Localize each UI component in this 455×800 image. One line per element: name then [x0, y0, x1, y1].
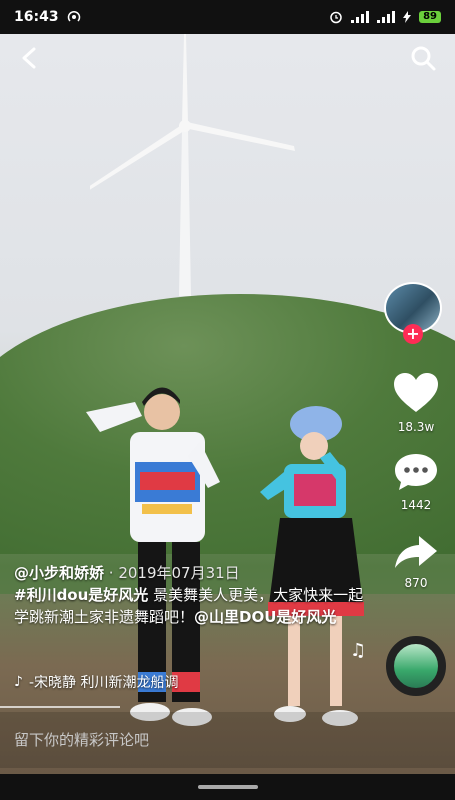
post-date: · 2019年07月31日	[104, 564, 240, 582]
heart-icon	[394, 373, 438, 412]
battery-level: 89	[419, 11, 441, 23]
author-avatar-group[interactable]: +	[384, 282, 442, 344]
video-caption: @小步和娇娇 · 2019年07月31日 #利川dou是好风光 景美舞美人更美，…	[14, 562, 364, 628]
search-icon[interactable]	[409, 44, 437, 72]
status-time: 16:43	[14, 9, 59, 25]
share-count: 870	[404, 576, 428, 590]
share-icon	[395, 536, 437, 568]
video-progress-bar	[0, 706, 120, 708]
comment-count: 1442	[400, 498, 432, 512]
follow-plus-button[interactable]: +	[403, 324, 423, 344]
system-nav-bar	[0, 774, 455, 800]
charging-icon	[403, 11, 412, 23]
comment-input[interactable]	[14, 731, 314, 749]
hotspot-icon	[67, 10, 80, 22]
comment-bar	[0, 712, 455, 768]
mention-link[interactable]: @山里DOU是好风光	[194, 608, 336, 626]
share-button[interactable]: 870	[384, 534, 448, 590]
like-button[interactable]: 18.3w	[384, 372, 448, 434]
comment-button[interactable]: 1442	[384, 452, 448, 512]
music-title: -宋晓静 利川新潮龙船调	[28, 675, 179, 691]
like-count: 18.3w	[397, 420, 435, 434]
home-indicator[interactable]	[197, 785, 258, 789]
back-chevron-icon[interactable]	[16, 44, 44, 72]
signal-icon-2	[377, 11, 396, 23]
wind-turbine	[90, 34, 295, 296]
music-disc[interactable]	[386, 636, 446, 696]
alarm-icon	[330, 11, 342, 24]
music-info[interactable]: ♪ -宋晓静 利川新潮龙船调	[14, 672, 178, 692]
status-bar: 16:43 89	[0, 0, 455, 34]
author-name[interactable]: @小步和娇娇	[14, 564, 104, 582]
tiktok-logo-icon: ♪	[14, 674, 23, 690]
music-note-icon: ♫	[350, 640, 367, 661]
hashtag-link[interactable]: #利川dou是好风光	[14, 586, 148, 604]
signal-icon	[351, 11, 370, 23]
comment-icon	[395, 454, 437, 490]
